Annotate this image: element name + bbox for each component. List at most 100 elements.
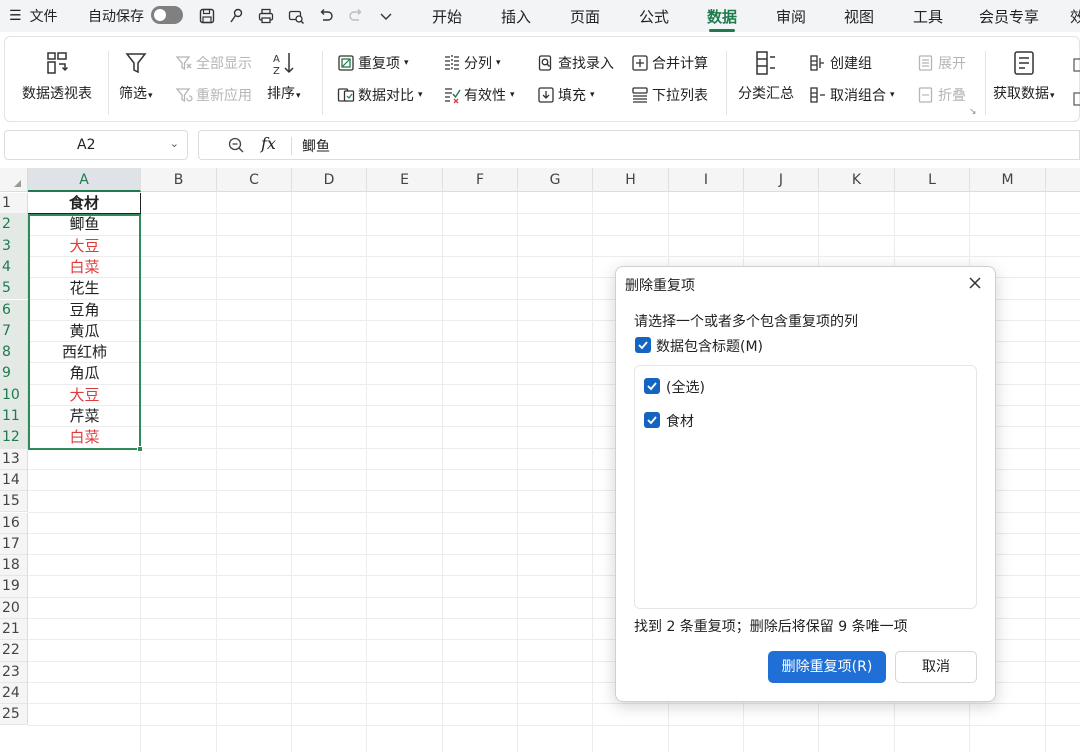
- row-header-14[interactable]: 14: [0, 469, 28, 492]
- row-header-5[interactable]: 5: [0, 278, 28, 300]
- row-header-22[interactable]: 22: [0, 640, 28, 662]
- data-compare-button[interactable]: 数据对比 ▾: [337, 85, 423, 105]
- column-header-m[interactable]: M: [970, 168, 1046, 192]
- show-all-button[interactable]: 全部显示: [175, 53, 252, 73]
- reapply-button[interactable]: 重新应用: [175, 85, 252, 105]
- sort-button[interactable]: AZ 排序▾: [267, 49, 301, 103]
- format-painter-icon[interactable]: [226, 5, 248, 27]
- column-header-d[interactable]: D: [292, 168, 367, 192]
- column-header-h[interactable]: H: [593, 168, 669, 192]
- fill-handle[interactable]: [137, 445, 143, 452]
- row-header-21[interactable]: 21: [0, 619, 28, 641]
- column-header-j[interactable]: J: [744, 168, 819, 192]
- column-header-i[interactable]: I: [669, 168, 744, 192]
- tab-page[interactable]: 页面: [570, 6, 600, 27]
- header-checkbox-label[interactable]: 数据包含标题(M): [656, 336, 763, 356]
- tab-tools[interactable]: 工具: [913, 6, 943, 27]
- column-header-e[interactable]: E: [367, 168, 443, 192]
- filter-button[interactable]: 筛选▾: [119, 49, 153, 103]
- validity-button[interactable]: 有效性 ▾: [443, 85, 515, 105]
- row-header-7[interactable]: 7: [0, 320, 28, 343]
- redo-icon[interactable]: [345, 5, 367, 27]
- tab-insert[interactable]: 插入: [501, 6, 531, 27]
- row-header-4[interactable]: 4: [0, 256, 28, 279]
- file-menu[interactable]: ☰ 文件: [9, 6, 58, 26]
- zoom-icon[interactable]: [227, 136, 245, 154]
- row-header-20[interactable]: 20: [0, 597, 28, 619]
- select-all-label[interactable]: (全选): [666, 377, 705, 397]
- column-header-f[interactable]: F: [443, 168, 518, 192]
- row-header-18[interactable]: 18: [0, 555, 28, 577]
- chevron-down-icon: ▾: [890, 90, 895, 100]
- column-header-k[interactable]: K: [819, 168, 895, 192]
- column-item-label[interactable]: 食材: [666, 411, 694, 431]
- save-icon[interactable]: [196, 5, 218, 27]
- subtotal-button[interactable]: 分类汇总: [738, 49, 794, 103]
- create-group-button[interactable]: 创建组: [809, 53, 872, 73]
- column-header-g[interactable]: G: [518, 168, 593, 192]
- formula-content[interactable]: 鲫鱼: [302, 136, 330, 156]
- group-dialog-launcher-icon[interactable]: ↘: [969, 107, 977, 117]
- cell-a1[interactable]: 食材: [28, 193, 141, 215]
- pivot-table-button[interactable]: 数据透视表: [22, 49, 92, 103]
- fx-icon[interactable]: fx: [261, 134, 276, 153]
- lookup-entry-button[interactable]: 查找录入: [537, 53, 614, 73]
- row-header-11[interactable]: 11: [0, 406, 28, 428]
- row-header-2[interactable]: 2: [0, 214, 28, 236]
- select-all-checkbox[interactable]: [644, 378, 660, 394]
- get-data-button[interactable]: 获取数据▾: [993, 49, 1055, 103]
- close-icon[interactable]: [965, 273, 985, 293]
- cancel-button[interactable]: 取消: [895, 651, 977, 683]
- tab-review[interactable]: 审阅: [776, 6, 806, 27]
- row-header-16[interactable]: 16: [0, 512, 28, 534]
- undo-icon[interactable]: [315, 5, 337, 27]
- tab-formula[interactable]: 公式: [639, 6, 669, 27]
- row-header-15[interactable]: 15: [0, 491, 28, 513]
- column-header-c[interactable]: C: [217, 168, 292, 192]
- name-box[interactable]: A2 ⌄: [4, 130, 188, 160]
- column-header-b[interactable]: B: [141, 168, 217, 192]
- remove-duplicates-button[interactable]: 删除重复项(R): [768, 651, 886, 683]
- consolidate-button[interactable]: 合并计算: [631, 53, 708, 73]
- row-header-19[interactable]: 19: [0, 576, 28, 598]
- tab-data[interactable]: 数据: [707, 6, 737, 27]
- row-header-17[interactable]: 17: [0, 533, 28, 556]
- tab-home[interactable]: 开始: [432, 6, 462, 27]
- row-header-13[interactable]: 13: [0, 448, 28, 470]
- row-header-6[interactable]: 6: [0, 299, 28, 321]
- select-all-corner[interactable]: [0, 168, 28, 192]
- formula-bar[interactable]: fx 鲫鱼: [198, 130, 1080, 160]
- row-header-12[interactable]: 12: [0, 427, 28, 449]
- row-header-23[interactable]: 23: [0, 661, 28, 683]
- validity-icon: [443, 86, 461, 104]
- row-header-10[interactable]: 10: [0, 384, 28, 406]
- column-checkbox-ingredient[interactable]: [644, 412, 660, 428]
- chevron-down-icon[interactable]: [375, 5, 397, 27]
- expand-button[interactable]: 展开: [917, 53, 966, 73]
- split-column-button[interactable]: 分列 ▾: [443, 53, 501, 73]
- row-header-24[interactable]: 24: [0, 682, 28, 705]
- collapse-button[interactable]: 折叠: [917, 85, 966, 105]
- row-header-25[interactable]: 25: [0, 704, 28, 726]
- hamburger-icon[interactable]: ☰: [9, 8, 22, 24]
- tab-efficiency[interactable]: 效: [1070, 6, 1080, 27]
- tab-view[interactable]: 视图: [844, 6, 874, 27]
- ungroup-button[interactable]: 取消组合 ▾: [809, 85, 895, 105]
- print-preview-icon[interactable]: [285, 5, 307, 27]
- fill-button[interactable]: 填充 ▾: [537, 85, 595, 105]
- tab-member[interactable]: 会员专享: [979, 6, 1039, 27]
- chevron-down-icon[interactable]: ⌄: [170, 137, 179, 150]
- dropdown-list-button[interactable]: 下拉列表: [631, 85, 708, 105]
- row-header-3[interactable]: 3: [0, 235, 28, 257]
- print-icon[interactable]: [255, 5, 277, 27]
- gridline-horizontal: [28, 255, 1080, 257]
- row-header-9[interactable]: 9: [0, 363, 28, 385]
- column-header-l[interactable]: L: [895, 168, 970, 192]
- header-checkbox[interactable]: [635, 337, 651, 353]
- row-header-8[interactable]: 8: [0, 342, 28, 364]
- duplicates-button[interactable]: 重复项 ▾: [337, 53, 409, 73]
- column-header-a[interactable]: A: [28, 168, 141, 192]
- row-header-1[interactable]: 1: [0, 193, 28, 215]
- autosave-toggle[interactable]: [151, 6, 183, 24]
- ribbon-overflow-icon[interactable]: [1071, 53, 1080, 113]
